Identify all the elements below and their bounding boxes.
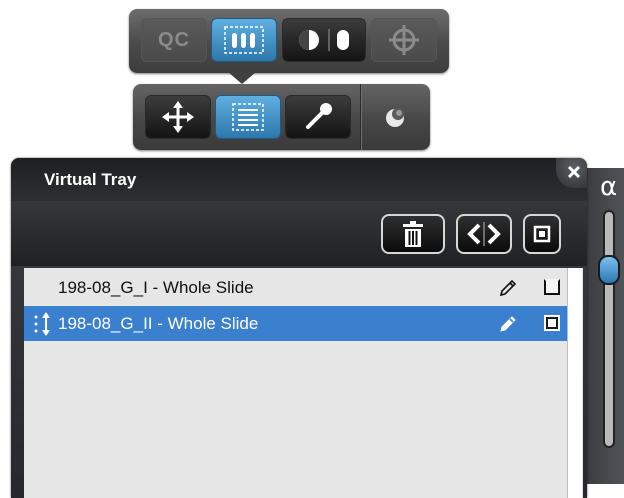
list-item[interactable]: 198-08_G_II - Whole Slide xyxy=(24,306,580,341)
pencil-icon[interactable] xyxy=(498,314,518,334)
prev-next-button[interactable] xyxy=(456,214,512,254)
pipette-button[interactable] xyxy=(285,95,351,139)
toolbar-pointer xyxy=(228,72,256,84)
pencil-icon[interactable] xyxy=(498,278,518,298)
select-all-button[interactable] xyxy=(523,214,561,254)
qc-icon: QC xyxy=(158,28,190,51)
panel-header: Virtual Tray xyxy=(11,158,587,201)
list-scrollbar[interactable] xyxy=(567,268,582,498)
sphere-icon xyxy=(386,108,404,127)
opacity-label: α xyxy=(600,172,618,202)
tool-toolbar: QC xyxy=(129,9,449,73)
list-select-icon xyxy=(232,103,264,131)
slide-checkbox[interactable] xyxy=(544,315,560,331)
crosshair-button[interactable] xyxy=(371,18,437,62)
opacity-slider-thumb[interactable] xyxy=(598,255,620,285)
qc-button[interactable]: QC xyxy=(141,18,207,62)
move-button[interactable] xyxy=(145,95,211,139)
virtual-tray-panel: Virtual Tray 198-08_G_I - Whole Slide 19… xyxy=(11,158,587,498)
panel-title: Virtual Tray xyxy=(44,170,137,189)
sub-toolbar xyxy=(133,84,430,150)
drag-handle-icon[interactable] xyxy=(33,311,53,337)
slide-label: 198-08_G_I - Whole Slide xyxy=(58,277,254,297)
close-icon xyxy=(567,165,581,179)
move-arrows-icon xyxy=(162,101,194,133)
delete-button[interactable] xyxy=(381,214,445,254)
slide-label: 198-08_G_II - Whole Slide xyxy=(58,313,259,333)
toolbar-divider xyxy=(360,84,361,150)
crosshair-icon xyxy=(389,25,419,55)
checkbox-fill xyxy=(548,319,556,327)
contrast-split-button[interactable] xyxy=(282,18,366,62)
slide-list: 198-08_G_I - Whole Slide 198-08_G_II - W… xyxy=(24,268,583,498)
contrast-split-icon xyxy=(299,29,349,51)
slide-checkbox[interactable] xyxy=(544,279,560,295)
sphere-button[interactable] xyxy=(371,95,421,139)
rack-select-icon xyxy=(224,26,264,54)
opacity-slider-track[interactable] xyxy=(603,210,615,448)
prev-next-icon xyxy=(467,222,501,246)
list-select-button[interactable] xyxy=(215,95,281,139)
rack-select-button[interactable] xyxy=(211,18,277,62)
pipette-icon xyxy=(306,103,332,129)
trash-icon xyxy=(403,221,423,247)
checkbox-icon xyxy=(533,225,551,243)
list-item[interactable]: 198-08_G_I - Whole Slide xyxy=(24,270,580,305)
